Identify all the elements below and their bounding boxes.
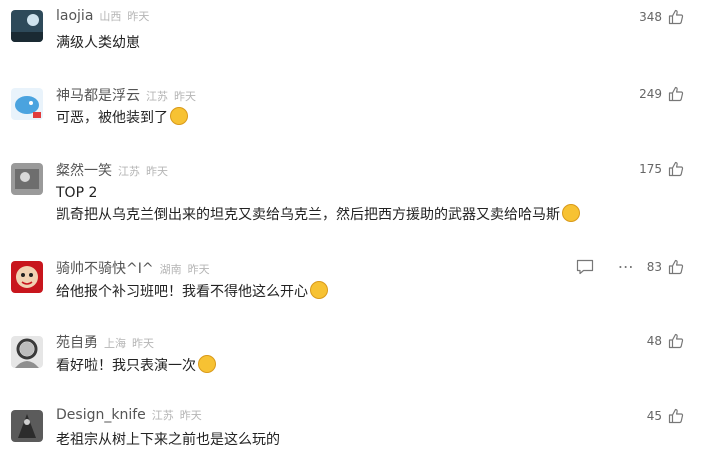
avatar[interactable] bbox=[11, 10, 43, 42]
reply-icon[interactable] bbox=[576, 259, 594, 275]
emoji-icon bbox=[562, 204, 580, 222]
comment-text: 满级人类幼崽 bbox=[56, 35, 140, 51]
commenter-name[interactable]: laojia bbox=[56, 8, 93, 24]
comment-text: 给他报个补习班吧！我看不得他这么开心 bbox=[56, 281, 328, 303]
comment-time: 昨天 bbox=[174, 90, 196, 103]
avatar[interactable] bbox=[11, 336, 43, 368]
comment-location: 江苏 bbox=[118, 165, 140, 178]
thumbs-up-icon[interactable] bbox=[668, 161, 684, 177]
commenter-name[interactable]: Design_knife bbox=[56, 407, 146, 423]
avatar[interactable] bbox=[11, 410, 43, 442]
emoji-icon bbox=[198, 355, 216, 373]
comment-text: 老祖宗从树上下来之前也是这么玩的 bbox=[56, 432, 280, 448]
comment-text: 可恶，被他装到了 bbox=[56, 107, 188, 129]
comment-time: 昨天 bbox=[146, 165, 168, 178]
like-count: 83 bbox=[646, 260, 662, 274]
thumbs-up-icon[interactable] bbox=[668, 333, 684, 349]
thumbs-up-icon[interactable] bbox=[668, 86, 684, 102]
commenter-name[interactable]: 苑自勇 bbox=[56, 332, 98, 352]
comment-time: 昨天 bbox=[132, 337, 154, 350]
avatar[interactable] bbox=[11, 163, 43, 195]
comment-text-line: 凯奇把从乌克兰倒出来的坦克又卖给乌克兰，然后把西方援助的武器又卖给哈马斯 bbox=[56, 204, 580, 226]
thumbs-up-icon[interactable] bbox=[668, 408, 684, 424]
comment-time: 昨天 bbox=[127, 10, 150, 23]
comment-location: 江苏 bbox=[151, 409, 174, 422]
like-count: 175 bbox=[639, 162, 662, 176]
comment-location: 江苏 bbox=[146, 90, 168, 103]
like-count: 348 bbox=[639, 10, 662, 24]
comment-text: 看好啦！我只表演一次 bbox=[56, 355, 216, 377]
comment-text: TOP 2 bbox=[56, 185, 98, 201]
comment-location: 山西 bbox=[99, 10, 122, 23]
like-count: 249 bbox=[639, 87, 662, 101]
more-icon[interactable]: ⋯ bbox=[618, 259, 635, 275]
like-count: 48 bbox=[646, 334, 662, 348]
thumbs-up-icon[interactable] bbox=[668, 9, 684, 25]
thumbs-up-icon[interactable] bbox=[668, 259, 684, 275]
comment-location: 湖南 bbox=[159, 263, 182, 276]
comment-time: 昨天 bbox=[187, 263, 210, 276]
commenter-name[interactable]: 粲然一笑 bbox=[56, 160, 112, 180]
like-count: 45 bbox=[646, 409, 662, 423]
commenter-name[interactable]: 神马都是浮云 bbox=[56, 85, 140, 105]
comment-location: 上海 bbox=[104, 337, 126, 350]
comment-time: 昨天 bbox=[179, 409, 202, 422]
avatar[interactable] bbox=[11, 88, 43, 120]
avatar[interactable] bbox=[11, 261, 43, 293]
emoji-icon bbox=[310, 281, 328, 299]
emoji-icon bbox=[170, 107, 188, 125]
commenter-name[interactable]: 骑帅不骑快^I^ bbox=[56, 258, 154, 278]
